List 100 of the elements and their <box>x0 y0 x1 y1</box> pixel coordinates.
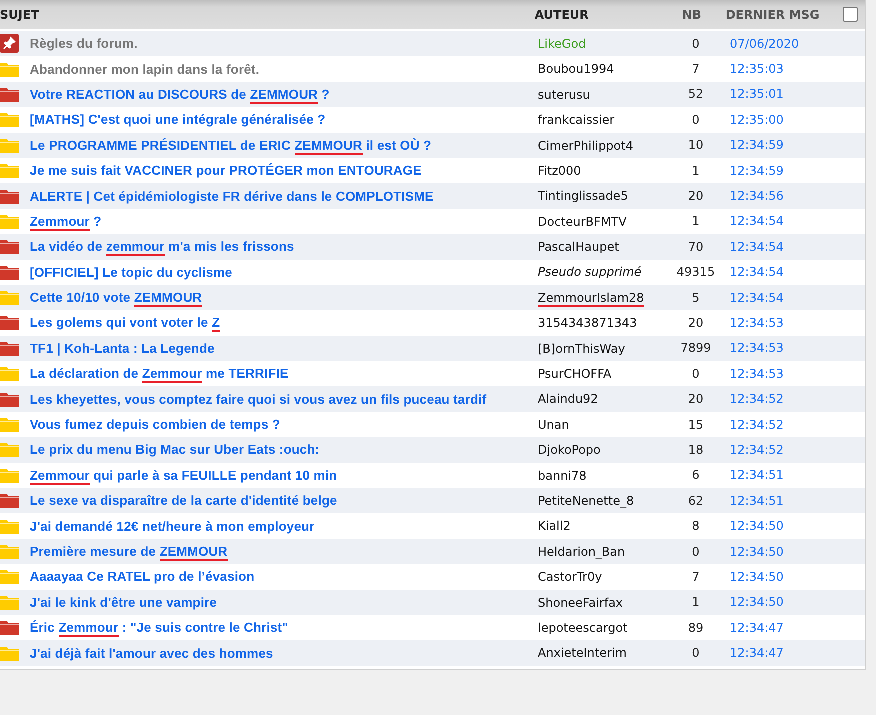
author-name[interactable]: DjokoPopo <box>538 440 601 460</box>
topic-link[interactable]: J'ai le kink d'être une vampire <box>30 594 538 610</box>
reply-count: 52 <box>687 87 705 102</box>
topic-link[interactable]: Le PROGRAMME PRÉSIDENTIEL de ERIC ZEMMOUR il est OÙ ? <box>30 138 538 153</box>
reply-count: 70 <box>687 240 705 254</box>
reply-count: 15 <box>687 418 705 432</box>
author-name[interactable]: 3154343871343 <box>538 314 638 332</box>
last-message-link[interactable]: 12:34:52 <box>730 392 848 406</box>
last-message-link[interactable]: 12:34:53 <box>730 341 848 356</box>
topic-link[interactable]: ALERTE | Cet épidémiologiste FR dérive dans le COMPLOTISME <box>30 188 538 204</box>
author-name[interactable]: PetiteNenette_8 <box>538 491 634 510</box>
topic-link[interactable]: Première mesure de ZEMMOUR <box>30 544 538 559</box>
reply-count: 20 <box>687 392 705 406</box>
author-name[interactable]: ShoneeFairfax <box>538 593 624 612</box>
author-name[interactable]: ZemmourIslam28 <box>538 288 644 307</box>
folder-icon <box>0 290 19 306</box>
author-name[interactable]: banni78 <box>538 466 587 485</box>
topic-link[interactable]: J'ai déjà fait l'amour avec des hommes <box>30 646 538 661</box>
column-header: DERNIER MSG <box>726 8 821 22</box>
author-name[interactable]: Boubou1994 <box>538 60 614 78</box>
author-name[interactable]: Unan <box>538 415 570 434</box>
author-name[interactable]: Alaindu92 <box>538 390 598 408</box>
last-message-link[interactable]: 12:34:47 <box>730 620 848 635</box>
last-message-link[interactable]: 07/06/2020 <box>730 36 848 51</box>
topic-link[interactable]: Votre REACTION au DISCOURS de ZEMMOUR ? <box>30 86 538 102</box>
author-name[interactable]: suterusu <box>538 85 590 104</box>
last-message-link[interactable]: 12:34:50 <box>730 570 848 584</box>
folder-icon <box>0 646 19 661</box>
folder-icon <box>0 544 19 559</box>
reply-count: 0 <box>691 36 701 51</box>
author-name[interactable]: CastorTr0y <box>538 568 602 586</box>
reply-count: 0 <box>691 646 701 660</box>
last-message-link[interactable]: 12:34:54 <box>730 214 848 228</box>
topic-link[interactable]: Les golems qui vont voter le Z <box>30 315 538 330</box>
last-message-link[interactable]: 12:35:03 <box>730 62 848 76</box>
topic-link[interactable]: La vidéo de zemmour m'a mis les frissons <box>30 239 538 254</box>
last-message-link[interactable]: 12:34:47 <box>730 646 848 660</box>
topic-link[interactable]: Le prix du menu Big Mac sur Uber Eats :ouch: <box>30 442 538 458</box>
topic-link[interactable]: Éric Zemmour : "Je suis contre le Christ" <box>30 620 538 636</box>
last-message-link[interactable]: 12:34:50 <box>730 519 848 534</box>
last-message-link[interactable]: 12:34:50 <box>730 595 848 610</box>
author-name[interactable]: Heldarion_Ban <box>538 542 626 561</box>
author-name[interactable]: [B]ornThisWay <box>538 339 626 358</box>
reply-count: 5 <box>691 290 701 305</box>
last-message-link[interactable]: 12:34:59 <box>730 164 848 178</box>
last-message-link[interactable]: 12:34:59 <box>730 138 848 152</box>
folder-icon <box>0 138 19 153</box>
last-message-link[interactable]: 12:34:52 <box>730 418 848 432</box>
author-name[interactable]: frankcaissier <box>538 110 615 130</box>
last-message-link[interactable]: 12:34:53 <box>730 366 848 381</box>
last-message-link[interactable]: 12:34:50 <box>730 544 848 558</box>
last-message-link[interactable]: 12:34:54 <box>730 290 848 305</box>
author-name[interactable]: DocteurBFMTV <box>538 212 627 231</box>
topic-link[interactable]: [MATHS] C'est quoi une intégrale généralisée ? <box>30 112 538 128</box>
topic-link[interactable]: Je me suis fait VACCINER pour PROTÉGER mon ENTOURAGE <box>30 163 538 178</box>
author-name[interactable]: PascalHaupet <box>538 238 620 256</box>
topic-link[interactable]: La déclaration de Zemmour me TERRIFIE <box>30 366 538 382</box>
reply-count: 0 <box>691 544 701 558</box>
author-name[interactable]: Kiall2 <box>538 516 571 536</box>
topic-link[interactable]: Aaaayaa Ce RATEL pro de l’évasion <box>30 569 538 584</box>
author-name[interactable]: LikeGod <box>538 34 586 53</box>
last-message-link[interactable]: 12:35:00 <box>730 112 848 127</box>
topic-link[interactable]: Zemmour qui parle à sa FEUILLE pendant 10 min <box>30 468 538 483</box>
last-message-link[interactable]: 12:34:51 <box>730 468 848 482</box>
author-name[interactable]: Tintinglissade5 <box>538 186 628 206</box>
topic-link[interactable]: Le sexe va disparaître de la carte d'identité belge <box>30 493 538 508</box>
reply-count: 0 <box>691 366 701 381</box>
last-message-link[interactable]: 12:34:52 <box>730 442 848 457</box>
author-name[interactable]: lepoteescargot <box>538 618 628 637</box>
topic-link[interactable]: Cette 10/10 vote ZEMMOUR <box>30 290 538 306</box>
last-message-link[interactable]: 12:35:01 <box>730 87 848 102</box>
folder-icon <box>0 239 19 254</box>
author-name[interactable]: CimerPhilippot4 <box>538 136 634 154</box>
author-name[interactable]: PsurCHOFFA <box>538 364 612 384</box>
author-name[interactable]: Fitz000 <box>538 161 582 180</box>
last-message-link[interactable]: 12:34:51 <box>730 494 848 508</box>
topic-link[interactable]: J'ai demandé 12€ net/heure à mon employeur <box>30 518 538 534</box>
column-header: SUJET <box>0 8 40 22</box>
reply-count: 49315 <box>676 265 716 280</box>
topic-link[interactable]: [OFFICIEL] Le topic du cyclisme <box>30 264 538 280</box>
last-message-link[interactable]: 12:34:54 <box>730 240 848 254</box>
pin-icon <box>0 34 19 54</box>
reply-count: 8 <box>691 519 701 534</box>
topic-link[interactable]: Règles du forum. <box>30 36 538 52</box>
topic-link[interactable]: Vous fumez depuis combien de temps ? <box>30 417 538 432</box>
last-message-link[interactable]: 12:34:53 <box>730 316 848 330</box>
topic-link[interactable]: TF1 | Koh-Lanta : La Legende <box>30 340 538 356</box>
last-message-link[interactable]: 12:34:54 <box>730 265 848 280</box>
reply-count: 7 <box>691 570 701 584</box>
reply-count: 20 <box>687 316 705 330</box>
topic-link[interactable]: Abandonner mon lapin dans la forêt. <box>30 62 538 77</box>
reply-count: 6 <box>691 468 701 482</box>
deleted-author[interactable]: Pseudo supprimé <box>538 262 642 282</box>
topic-link[interactable]: Les kheyettes, vous comptez faire quoi si vous avez un fils puceau tardif <box>30 392 538 407</box>
reply-count: 0 <box>691 112 701 127</box>
last-message-link[interactable]: 12:34:56 <box>730 189 848 204</box>
select-all-checkbox[interactable] <box>843 7 858 22</box>
author-name[interactable]: AnxieteInterim <box>538 644 627 662</box>
topic-link[interactable]: Zemmour ? <box>30 214 538 229</box>
reply-count: 20 <box>687 189 705 204</box>
